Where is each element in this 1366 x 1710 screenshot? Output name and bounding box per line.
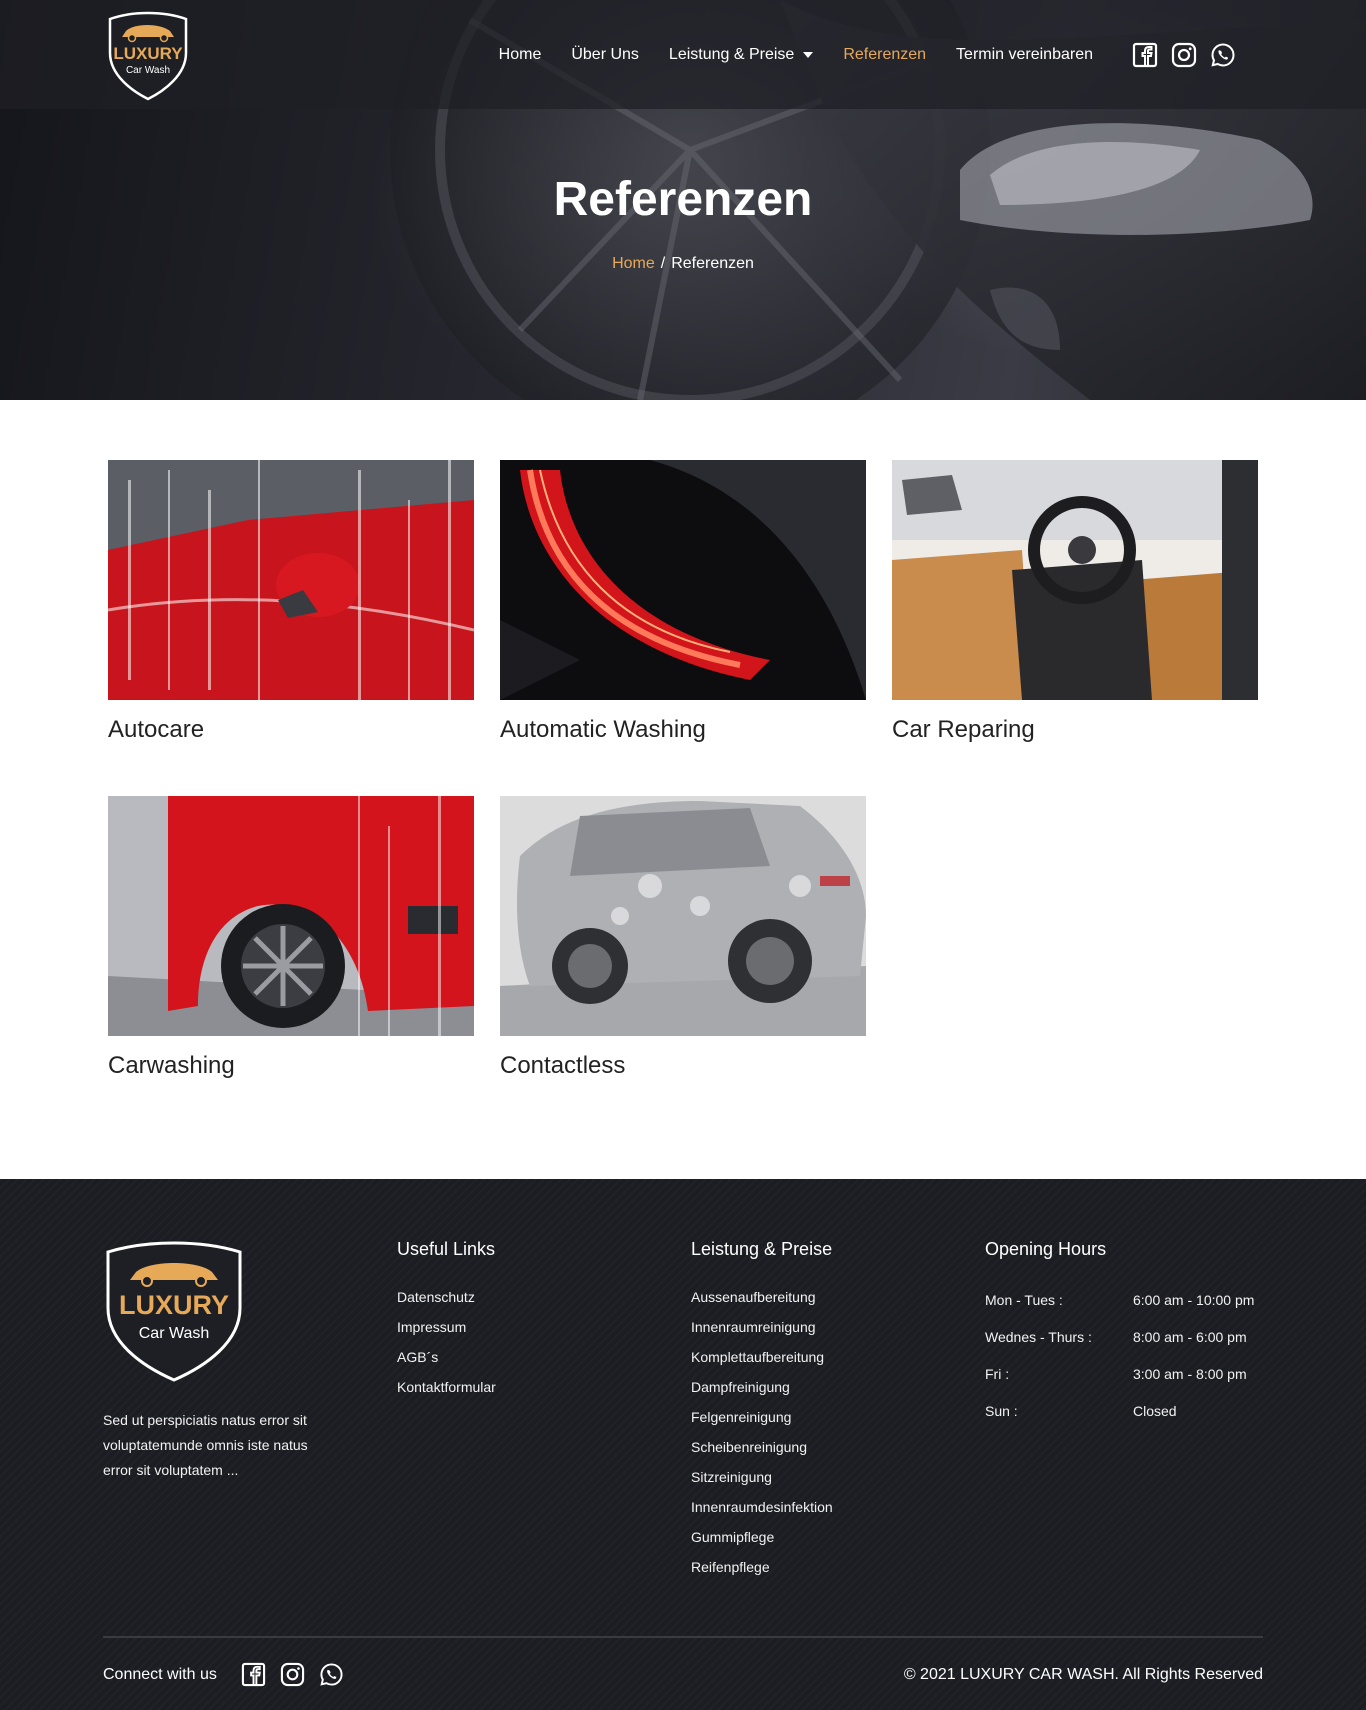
footer-link-kontaktformular[interactable]: Kontaktformular: [397, 1372, 496, 1402]
instagram-icon[interactable]: [280, 1662, 305, 1687]
footer-bottom-bar: Connect with us © 2021 LUXURY CAR WASH. …: [103, 1662, 1263, 1687]
facebook-icon[interactable]: [1132, 42, 1158, 68]
footer-service-link[interactable]: Felgenreinigung: [691, 1402, 833, 1432]
breadcrumb-current: Referenzen: [671, 255, 754, 272]
copyright-text: © 2021 LUXURY CAR WASH. All Rights Reser…: [903, 1665, 1263, 1683]
gallery-title[interactable]: Carwashing: [108, 1052, 474, 1080]
hours-row: Mon - Tues :6:00 am - 10:00 pm: [985, 1292, 1255, 1308]
footer-description: Sed ut perspiciatis natus error sit volu…: [103, 1412, 308, 1478]
footer-service-link[interactable]: Aussenaufbereitung: [691, 1282, 833, 1312]
footer-logo-subtext: Car Wash: [139, 1325, 210, 1342]
gallery-card-automatic-washing: Automatic Washing: [500, 460, 866, 744]
footer-services: Leistung & Preise Aussenaufbereitung Inn…: [691, 1239, 833, 1582]
nav-referenzen[interactable]: Referenzen: [843, 46, 926, 64]
breadcrumb: Home / Referenzen: [0, 255, 1366, 273]
footer-service-link[interactable]: Innenraumreinigung: [691, 1312, 833, 1342]
header-social-links: [1119, 42, 1236, 68]
nav-home[interactable]: Home: [499, 46, 542, 64]
footer-service-link[interactable]: Komplettaufbereitung: [691, 1342, 833, 1372]
gallery-image-automatic-washing[interactable]: [500, 460, 866, 700]
whatsapp-icon[interactable]: [1210, 42, 1236, 68]
nav-leistung-preise[interactable]: Leistung & Preise: [669, 46, 814, 64]
instagram-icon[interactable]: [1171, 42, 1197, 68]
luxury-car-wash-logo[interactable]: LUXURY Car Wash: [102, 9, 194, 101]
gallery-card-car-reparing: Car Reparing: [892, 460, 1258, 744]
hours-row: Fri :3:00 am - 8:00 pm: [985, 1366, 1247, 1382]
footer-logo-text: LUXURY: [119, 1290, 229, 1320]
logo-text: LUXURY: [113, 44, 183, 63]
gallery-image-autocare[interactable]: [108, 460, 474, 700]
nav-termin-vereinbaren[interactable]: Termin vereinbaren: [956, 46, 1093, 64]
main-menu: Home Über Uns Leistung & Preise Referenz…: [469, 0, 1236, 109]
hours-row: Sun : Closed: [985, 1403, 1177, 1419]
footer-logo[interactable]: LUXURY Car Wash: [102, 1238, 246, 1384]
footer-service-link[interactable]: Dampfreinigung: [691, 1372, 833, 1402]
footer-service-link[interactable]: Reifenpflege: [691, 1552, 833, 1582]
gallery-title[interactable]: Car Reparing: [892, 716, 1258, 744]
gallery-card-autocare: Autocare: [108, 460, 474, 744]
hours-row: Wednes - Thurs :8:00 am - 6:00 pm: [985, 1329, 1247, 1345]
gallery-title[interactable]: Contactless: [500, 1052, 866, 1080]
gallery-image-car-reparing[interactable]: [892, 460, 1258, 700]
gallery-image-contactless[interactable]: [500, 796, 866, 1036]
chevron-down-icon: [803, 51, 814, 58]
footer-link-datenschutz[interactable]: Datenschutz: [397, 1282, 496, 1312]
gallery-image-carwashing[interactable]: [108, 796, 474, 1036]
footer-link-agb[interactable]: AGB´s: [397, 1342, 496, 1372]
hero-banner: LUXURY Car Wash Home Über Uns Leistung &…: [0, 0, 1366, 400]
footer-heading: Opening Hours: [985, 1239, 1107, 1259]
footer-heading: Useful Links: [397, 1239, 496, 1259]
footer-service-link[interactable]: Innenraumdesinfektion: [691, 1492, 833, 1522]
site-footer: LUXURY Car Wash Sed ut perspiciatis natu…: [0, 1179, 1366, 1710]
footer-useful-links: Useful Links Datenschutz Impressum AGB´s…: [397, 1239, 496, 1402]
footer-social-links: Connect with us: [103, 1662, 344, 1687]
breadcrumb-separator: /: [660, 255, 666, 272]
breadcrumb-home-link[interactable]: Home: [612, 255, 655, 272]
page-title: Referenzen: [553, 173, 813, 226]
gallery-card-contactless: Contactless: [500, 796, 866, 1080]
footer-service-link[interactable]: Sitzreinigung: [691, 1462, 833, 1492]
footer-heading: Leistung & Preise: [691, 1239, 833, 1259]
footer-service-link[interactable]: Scheibenreinigung: [691, 1432, 833, 1462]
connect-label: Connect with us: [103, 1665, 217, 1683]
whatsapp-icon[interactable]: [319, 1662, 344, 1687]
logo-subtext: Car Wash: [126, 65, 170, 76]
top-navigation: LUXURY Car Wash Home Über Uns Leistung &…: [0, 0, 1366, 109]
footer-divider: [103, 1636, 1263, 1638]
footer-link-impressum[interactable]: Impressum: [397, 1312, 496, 1342]
facebook-icon[interactable]: [241, 1662, 266, 1687]
gallery-title[interactable]: Automatic Washing: [500, 716, 866, 744]
gallery-card-carwashing: Carwashing: [108, 796, 474, 1080]
nav-ueber-uns[interactable]: Über Uns: [571, 46, 639, 64]
footer-opening-hours: Opening Hours Mon - Tues :6:00 am - 10:0…: [985, 1239, 1254, 1430]
footer-service-link[interactable]: Gummipflege: [691, 1522, 833, 1552]
gallery-title[interactable]: Autocare: [108, 716, 474, 744]
